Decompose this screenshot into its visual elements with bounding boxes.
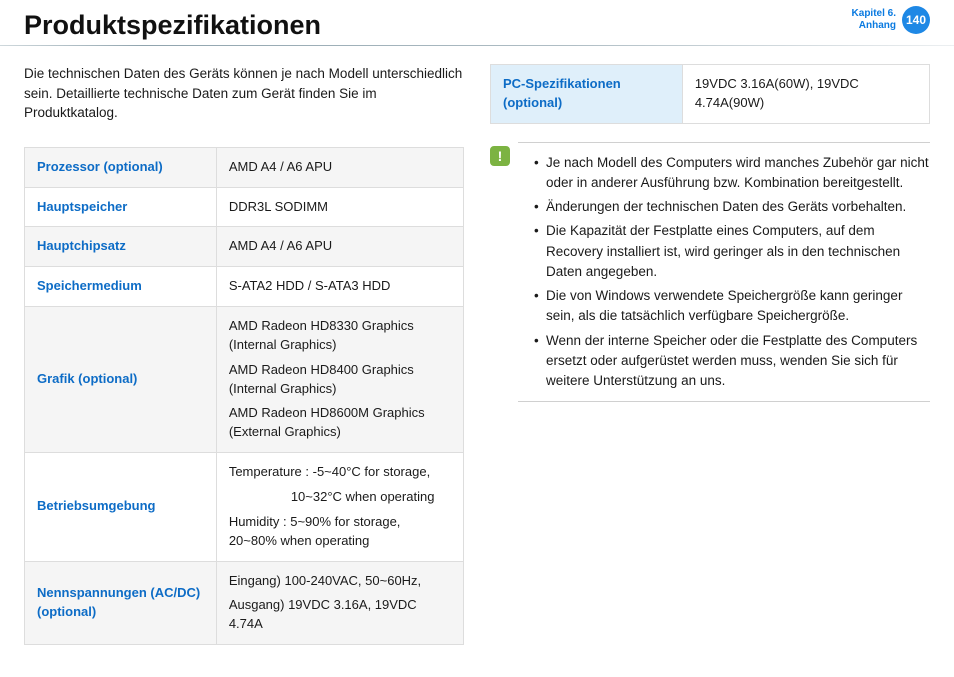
alert-icon: ! bbox=[490, 146, 510, 166]
spec-key: Betriebsumgebung bbox=[25, 453, 217, 561]
list-item: Die von Windows verwendete Speichergröße… bbox=[534, 286, 930, 327]
header-right: Kapitel 6. Anhang 140 bbox=[852, 6, 930, 34]
intro-text: Die technischen Daten des Geräts können … bbox=[24, 64, 464, 123]
page-number-badge: 140 bbox=[902, 6, 930, 34]
page: Produktspezifikationen Kapitel 6. Anhang… bbox=[0, 0, 954, 677]
spec-val: Temperature : -5~40°C for storage, 10~32… bbox=[216, 453, 463, 561]
columns: Die technischen Daten des Geräts können … bbox=[24, 64, 930, 645]
page-title: Produktspezifikationen bbox=[24, 6, 321, 41]
notes-list: Je nach Modell des Computers wird manche… bbox=[518, 142, 930, 403]
note-box: ! Je nach Modell des Computers wird manc… bbox=[490, 142, 930, 403]
table-row: Hauptspeicher DDR3L SODIMM bbox=[25, 187, 464, 227]
spec-val-line: Ausgang) 19VDC 3.16A, 19VDC 4.74A bbox=[229, 596, 451, 634]
spec-val: 19VDC 3.16A(60W), 19VDC 4.74A(90W) bbox=[682, 65, 929, 124]
spec-val-line: Eingang) 100-240VAC, 50~60Hz, bbox=[229, 572, 451, 591]
spec-val: AMD Radeon HD8330 Graphics (Internal Gra… bbox=[216, 307, 463, 453]
table-row: Prozessor (optional) AMD A4 / A6 APU bbox=[25, 147, 464, 187]
page-header: Produktspezifikationen Kapitel 6. Anhang… bbox=[24, 0, 930, 46]
spec-key: Hauptchipsatz bbox=[25, 227, 217, 267]
spec-val-line: AMD Radeon HD8600M Graphics (External Gr… bbox=[229, 404, 451, 442]
spec-key: PC-Spezifikationen (optional) bbox=[491, 65, 683, 124]
spec-val-line: AMD Radeon HD8400 Graphics (Internal Gra… bbox=[229, 361, 451, 399]
spec-key: Nennspannungen (AC/DC) (optional) bbox=[25, 561, 217, 645]
spec-val: DDR3L SODIMM bbox=[216, 187, 463, 227]
spec-val-line: Humidity : 5~90% for storage, 20~80% whe… bbox=[229, 513, 451, 551]
spec-key: Speichermedium bbox=[25, 267, 217, 307]
left-column: Die technischen Daten des Geräts können … bbox=[24, 64, 464, 645]
spec-table-right: PC-Spezifikationen (optional) 19VDC 3.16… bbox=[490, 64, 930, 124]
spec-val: AMD A4 / A6 APU bbox=[216, 147, 463, 187]
spec-val: AMD A4 / A6 APU bbox=[216, 227, 463, 267]
table-row: Grafik (optional) AMD Radeon HD8330 Grap… bbox=[25, 307, 464, 453]
list-item: Die Kapazität der Festplatte eines Compu… bbox=[534, 221, 930, 282]
spec-val: Eingang) 100-240VAC, 50~60Hz, Ausgang) 1… bbox=[216, 561, 463, 645]
list-item: Je nach Modell des Computers wird manche… bbox=[534, 153, 930, 194]
spec-key: Hauptspeicher bbox=[25, 187, 217, 227]
spec-table-left: Prozessor (optional) AMD A4 / A6 APU Hau… bbox=[24, 147, 464, 645]
list-item: Änderungen der technischen Daten des Ger… bbox=[534, 197, 930, 217]
table-row: PC-Spezifikationen (optional) 19VDC 3.16… bbox=[491, 65, 930, 124]
right-column: PC-Spezifikationen (optional) 19VDC 3.16… bbox=[490, 64, 930, 645]
chapter-line1: Kapitel 6. bbox=[852, 8, 896, 20]
table-row: Nennspannungen (AC/DC) (optional) Eingan… bbox=[25, 561, 464, 645]
spec-val-line: Temperature : -5~40°C for storage, bbox=[229, 463, 451, 482]
table-row: Hauptchipsatz AMD A4 / A6 APU bbox=[25, 227, 464, 267]
spec-val-line: AMD Radeon HD8330 Graphics (Internal Gra… bbox=[229, 317, 451, 355]
spec-key: Grafik (optional) bbox=[25, 307, 217, 453]
chapter-label: Kapitel 6. Anhang bbox=[852, 8, 896, 32]
spec-val-line: 10~32°C when operating bbox=[229, 488, 451, 507]
spec-key: Prozessor (optional) bbox=[25, 147, 217, 187]
list-item: Wenn der interne Speicher oder die Festp… bbox=[534, 331, 930, 392]
spec-val: S-ATA2 HDD / S-ATA3 HDD bbox=[216, 267, 463, 307]
table-row: Speichermedium S-ATA2 HDD / S-ATA3 HDD bbox=[25, 267, 464, 307]
chapter-line2: Anhang bbox=[852, 20, 896, 32]
table-row: Betriebsumgebung Temperature : -5~40°C f… bbox=[25, 453, 464, 561]
